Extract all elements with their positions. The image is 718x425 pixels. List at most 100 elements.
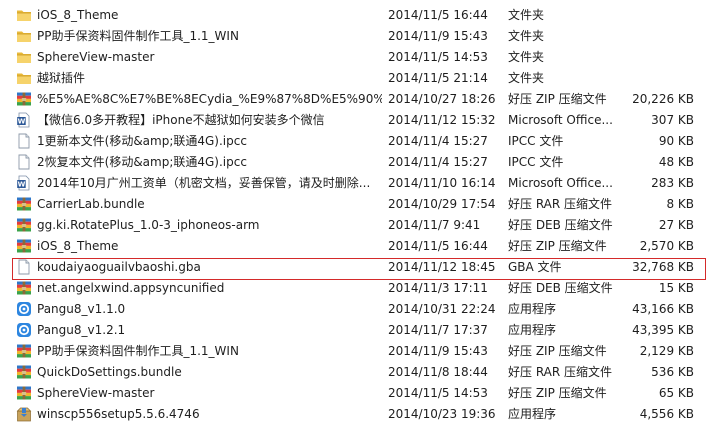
file-row[interactable]: SphereView-master 2014/11/5 14:53 好压 ZIP 压… <box>0 383 718 404</box>
folder-icon <box>16 70 32 86</box>
file-size: 8 KB <box>666 197 694 211</box>
file-type: 好压 ZIP 压缩文件 <box>508 386 607 400</box>
installer-icon <box>16 406 32 422</box>
file-type: 好压 DEB 压缩文件 <box>508 281 613 295</box>
file-size: 48 KB <box>658 155 694 169</box>
file-name: iOS_8_Theme <box>37 239 119 253</box>
archive-icon <box>16 385 32 401</box>
file-type: 文件夹 <box>508 71 545 85</box>
file-row[interactable]: 2014年10月广州工资单（机密文档，妥善保管，请及时删除... 2014/11/… <box>0 173 718 194</box>
file-name: PP助手保资料固件制作工具_1.1_WIN <box>37 29 239 43</box>
file-name: net.angelxwind.appsyncunified <box>37 281 225 295</box>
file-type: 文件夹 <box>508 8 545 22</box>
file-size: 2,570 KB <box>639 239 694 253</box>
file-row[interactable]: koudaiyaoguailvbaoshi.gba 2014/11/12 18:4… <box>0 257 718 278</box>
file-size: 90 KB <box>658 134 694 148</box>
file-date: 2014/11/7 17:37 <box>388 323 488 337</box>
file-type: 好压 ZIP 压缩文件 <box>508 92 607 106</box>
file-row[interactable]: 2恢复本文件(移动&amp;联通4G).ipcc 2014/11/4 15:27 I… <box>0 152 718 173</box>
file-size: 283 KB <box>651 176 694 190</box>
archive-icon <box>16 280 32 296</box>
archive-icon <box>16 364 32 380</box>
file-date: 2014/11/5 16:44 <box>388 239 488 253</box>
file-name: 2014年10月广州工资单（机密文档，妥善保管，请及时删除... <box>37 176 371 190</box>
file-name: PP助手保资料固件制作工具_1.1_WIN <box>37 344 239 358</box>
file-date: 2014/10/23 19:36 <box>388 407 496 421</box>
file-type: 好压 RAR 压缩文件 <box>508 365 613 379</box>
file-name: Pangu8_v1.2.1 <box>37 323 126 337</box>
folder-icon <box>16 28 32 44</box>
file-date: 2014/10/31 22:24 <box>388 302 496 316</box>
archive-icon <box>16 91 32 107</box>
file-row[interactable]: 越狱插件 2014/11/5 21:14 文件夹 <box>0 68 718 89</box>
file-type: 好压 ZIP 压缩文件 <box>508 239 607 253</box>
file-row[interactable]: 1更新本文件(移动&amp;联通4G).ipcc 2014/11/4 15:27 I… <box>0 131 718 152</box>
folder-icon <box>16 49 32 65</box>
file-row[interactable]: 【微信6.0多开教程】iPhone不越狱如何安装多个微信 2014/11/12 1… <box>0 110 718 131</box>
file-date: 2014/11/4 15:27 <box>388 134 488 148</box>
file-size: 27 KB <box>658 218 694 232</box>
file-type: GBA 文件 <box>508 260 562 274</box>
file-date: 2014/11/10 16:14 <box>388 176 496 190</box>
file-type: 好压 RAR 压缩文件 <box>508 197 613 211</box>
file-row[interactable]: PP助手保资料固件制作工具_1.1_WIN 2014/11/9 15:43 好压 Z… <box>0 341 718 362</box>
file-size: 65 KB <box>658 386 694 400</box>
file-row[interactable]: gg.ki.RotatePlus_1.0-3_iphoneos-arm 2014/… <box>0 215 718 236</box>
file-row[interactable]: CarrierLab.bundle 2014/10/29 17:54 好压 RAR … <box>0 194 718 215</box>
file-row[interactable]: Pangu8_v1.1.0 2014/10/31 22:24 应用程序 43,166 … <box>0 299 718 320</box>
file-name: 2恢复本文件(移动&amp;联通4G).ipcc <box>37 155 247 169</box>
file-row[interactable]: iOS_8_Theme 2014/11/5 16:44 好压 ZIP 压缩文件 2,5… <box>0 236 718 257</box>
file-size: 15 KB <box>658 281 694 295</box>
file-name: CarrierLab.bundle <box>37 197 145 211</box>
file-type: IPCC 文件 <box>508 155 564 169</box>
file-date: 2014/11/8 18:44 <box>388 365 488 379</box>
archive-icon <box>16 238 32 254</box>
file-row[interactable]: iOS_8_Theme 2014/11/5 16:44 文件夹 <box>0 5 718 26</box>
file-type: Microsoft Office... <box>508 113 613 127</box>
file-name: SphereView-master <box>37 386 155 400</box>
file-name: koudaiyaoguailvbaoshi.gba <box>37 260 201 274</box>
file-icon <box>16 259 32 275</box>
file-row[interactable]: Pangu8_v1.2.1 2014/11/7 17:37 应用程序 43,395 K… <box>0 320 718 341</box>
folder-icon <box>16 7 32 23</box>
file-size: 43,395 KB <box>632 323 694 337</box>
file-date: 2014/11/12 15:32 <box>388 113 496 127</box>
file-icon <box>16 133 32 149</box>
file-size: 307 KB <box>651 113 694 127</box>
file-name: 【微信6.0多开教程】iPhone不越狱如何安装多个微信 <box>37 113 325 127</box>
file-date: 2014/11/5 14:53 <box>388 386 488 400</box>
file-size: 2,129 KB <box>639 344 694 358</box>
file-list: iOS_8_Theme 2014/11/5 16:44 文件夹 PP助手保资料固件制作… <box>0 0 718 422</box>
file-name: 1更新本文件(移动&amp;联通4G).ipcc <box>37 134 247 148</box>
file-name: winscp556setup5.5.6.4746 <box>37 407 200 421</box>
file-type: Microsoft Office... <box>508 176 613 190</box>
file-type: 文件夹 <box>508 29 545 43</box>
file-name: %E5%AE%8C%E7%BE%8ECydia_%E9%87%8D%E5%90%… <box>37 92 382 106</box>
file-date: 2014/10/29 17:54 <box>388 197 496 211</box>
file-name: QuickDoSettings.bundle <box>37 365 182 379</box>
archive-icon <box>16 343 32 359</box>
file-type: 好压 ZIP 压缩文件 <box>508 344 607 358</box>
file-date: 2014/11/9 15:43 <box>388 29 488 43</box>
file-date: 2014/11/3 17:11 <box>388 281 488 295</box>
archive-icon <box>16 196 32 212</box>
file-row[interactable]: SphereView-master 2014/11/5 14:53 文件夹 <box>0 47 718 68</box>
file-type: 文件夹 <box>508 50 545 64</box>
file-date: 2014/11/12 18:45 <box>388 260 496 274</box>
file-size: 20,226 KB <box>632 92 694 106</box>
file-row[interactable]: %E5%AE%8C%E7%BE%8ECydia_%E9%87%8D%E5%90%… <box>0 89 718 110</box>
word-doc-icon <box>16 112 32 128</box>
file-name: SphereView-master <box>37 50 155 64</box>
file-name: iOS_8_Theme <box>37 8 119 22</box>
file-name: Pangu8_v1.1.0 <box>37 302 126 316</box>
app-icon <box>16 301 32 317</box>
file-row[interactable]: QuickDoSettings.bundle 2014/11/8 18:44 好压 … <box>0 362 718 383</box>
file-type: 好压 DEB 压缩文件 <box>508 218 613 232</box>
file-row[interactable]: net.angelxwind.appsyncunified 2014/11/3 1… <box>0 278 718 299</box>
file-date: 2014/11/5 16:44 <box>388 8 488 22</box>
file-icon <box>16 154 32 170</box>
file-row[interactable]: PP助手保资料固件制作工具_1.1_WIN 2014/11/9 15:43 文件夹 <box>0 26 718 47</box>
word-doc-icon <box>16 175 32 191</box>
file-date: 2014/11/4 15:27 <box>388 155 488 169</box>
file-size: 536 KB <box>651 365 694 379</box>
